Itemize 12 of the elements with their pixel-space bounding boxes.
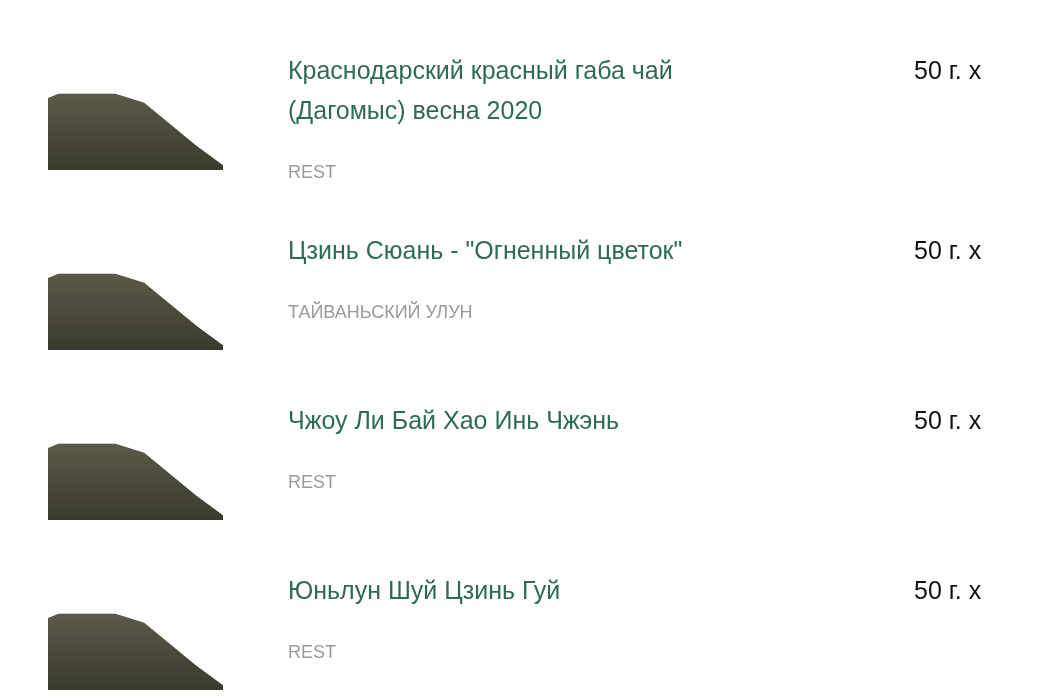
product-price: 50 г. х (914, 575, 983, 606)
product-price: 50 г. х (914, 235, 983, 266)
product-price: 50 г. х (914, 55, 983, 86)
product-title[interactable]: Краснодарский красный габа чай (Дагомыс) весна 2020 (288, 50, 688, 130)
product-price: 50 г. х (914, 405, 983, 436)
product-title[interactable]: Юньлун Шуй Цзинь Гуй (288, 570, 688, 610)
product-title[interactable]: Чжоу Ли Бай Хао Инь Чжэнь (288, 400, 688, 440)
product-title[interactable]: Цзинь Сюань - "Огненный цветок" (288, 230, 688, 270)
product-category: REST (288, 641, 337, 664)
product-category: ТАЙВАНЬСКИЙ УЛУН (288, 300, 474, 324)
product-category: REST (288, 471, 337, 494)
product-category: REST (288, 161, 337, 184)
